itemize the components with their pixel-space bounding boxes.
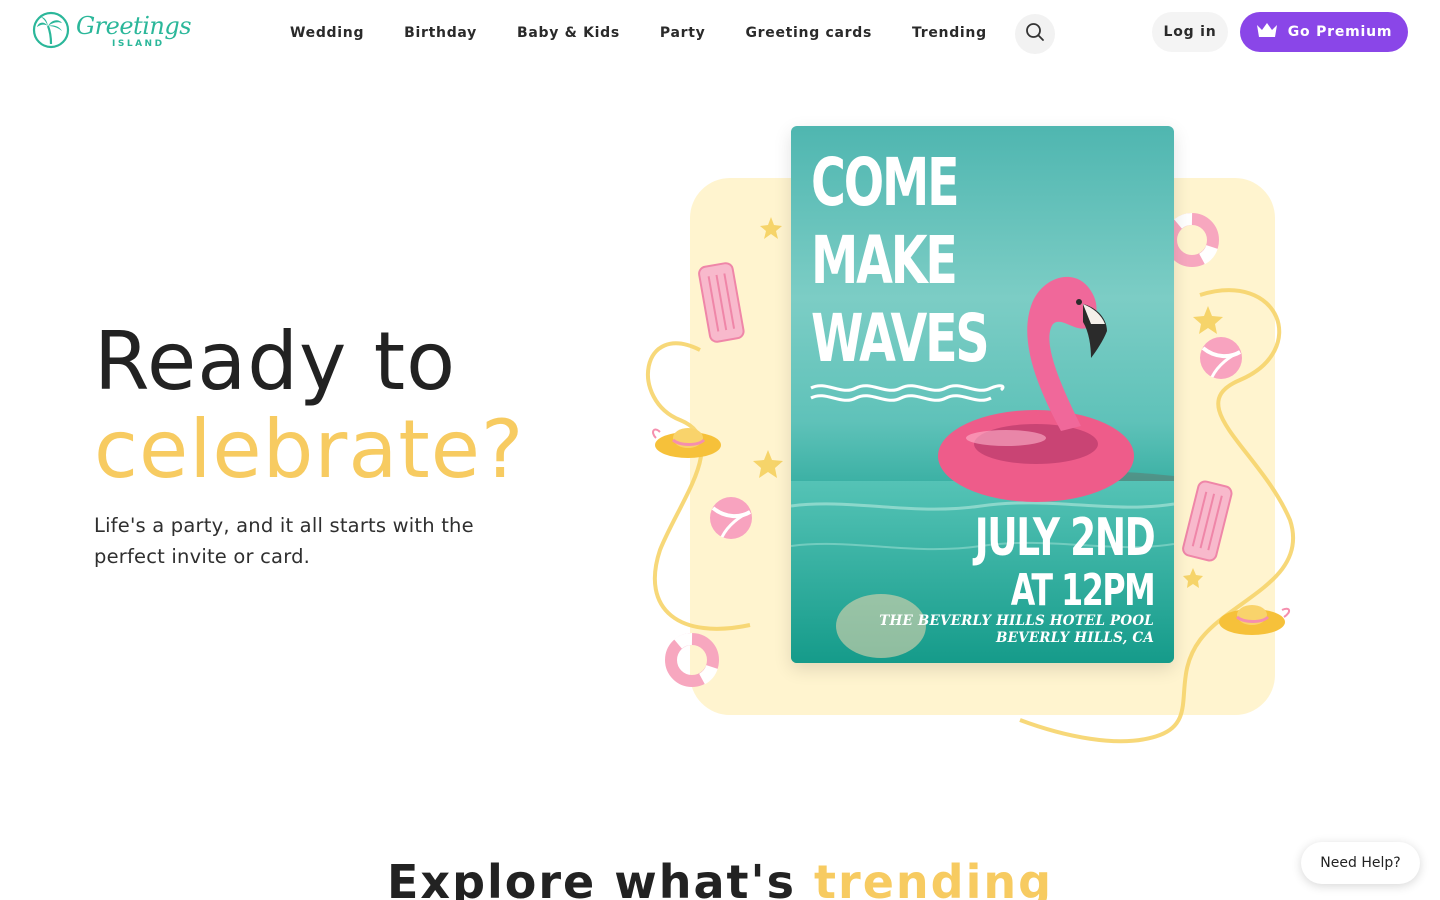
invite-headline-line3: WAVES	[811, 300, 990, 377]
search-icon	[1025, 22, 1045, 46]
invite-date: JULY 2ND AT 12PM	[974, 508, 1156, 617]
nav-item-greeting-cards[interactable]: Greeting cards	[725, 25, 892, 41]
invite-headline-line2: MAKE	[811, 222, 958, 299]
explore-trending-heading: Explore what's trending	[0, 855, 1440, 900]
sun-hat-right	[1219, 605, 1290, 635]
logo-script-text: Greetings	[76, 12, 192, 40]
login-button[interactable]: Log in	[1152, 12, 1228, 52]
swim-ring-bottom-left	[665, 633, 719, 687]
nav-item-trending[interactable]: Trending	[892, 25, 1007, 41]
site-logo[interactable]: Greetings ISLAND	[32, 11, 192, 53]
swim-ring-top-right	[1165, 213, 1219, 267]
hero-title: Ready to celebrate?	[94, 318, 524, 494]
invite-headline-line1: COME	[811, 144, 960, 221]
invite-headline: COME MAKE WAVES	[811, 144, 990, 378]
hero-title-line1: Ready to	[94, 315, 457, 408]
invite-venue: THE BEVERLY HILLS HOTEL POOL BEVERLY HIL…	[879, 613, 1154, 647]
invite-date-line: JULY 2ND	[974, 508, 1156, 568]
logo-sub-text: ISLAND	[112, 39, 165, 49]
explore-heading-text: Explore what's	[386, 855, 796, 900]
sun-hat-left	[652, 428, 721, 458]
beach-ball-right	[1200, 337, 1242, 379]
invite-venue-line2: BEVERLY HILLS, CA	[996, 630, 1154, 646]
explore-heading-accent: trending	[814, 855, 1054, 900]
hero-title-line2: celebrate?	[94, 403, 525, 496]
search-button[interactable]	[1015, 14, 1055, 54]
go-premium-button[interactable]: Go Premium	[1240, 12, 1408, 52]
nav-item-baby-kids[interactable]: Baby & Kids	[497, 25, 640, 41]
hero-subtitle: Life's a party, and it all starts with t…	[94, 514, 474, 568]
invite-time-line: AT 12PM	[1010, 565, 1156, 616]
featured-invite-card[interactable]: COME MAKE WAVES JULY 2ND AT 12PM THE BEV…	[791, 126, 1174, 663]
nav-item-wedding[interactable]: Wedding	[270, 25, 384, 41]
pool-float-left	[698, 262, 745, 343]
nav-item-birthday[interactable]: Birthday	[384, 25, 497, 41]
invite-venue-line1: THE BEVERLY HILLS HOTEL POOL	[879, 613, 1154, 629]
logo-wordmark: Greetings ISLAND	[76, 12, 192, 52]
nav-item-party[interactable]: Party	[640, 25, 726, 41]
pool-float-right	[1182, 480, 1233, 562]
site-header: Greetings ISLAND Wedding Birthday Baby &…	[0, 0, 1440, 66]
main-nav: Wedding Birthday Baby & Kids Party Greet…	[270, 0, 1007, 66]
crown-icon	[1256, 22, 1278, 42]
palm-tree-icon	[32, 11, 70, 53]
need-help-button[interactable]: Need Help?	[1301, 842, 1420, 884]
go-premium-label: Go Premium	[1287, 24, 1393, 40]
beach-ball-left	[710, 497, 752, 539]
